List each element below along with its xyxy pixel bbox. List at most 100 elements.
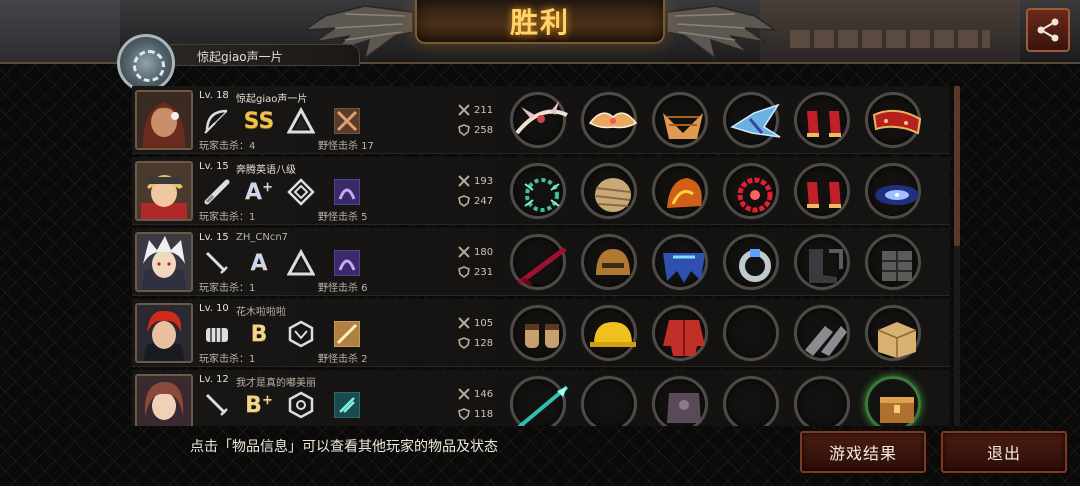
right-wing-ornament — [666, 5, 775, 60]
crossed-swords-icon — [458, 388, 470, 400]
item-slot-winged-crown[interactable] — [581, 92, 638, 148]
item-slot-empty[interactable] — [581, 376, 637, 426]
item-slot-galaxy-ring[interactable] — [865, 163, 921, 219]
rank-letter: B — [250, 321, 268, 347]
item-slot-dark-armor[interactable] — [652, 376, 708, 426]
player-list[interactable]: Lv. 18 惊起giao声一片 SS 玩家击杀：4 野怪击杀 17 211 2… — [132, 86, 952, 426]
skill-icon[interactable] — [332, 319, 362, 349]
defense-value: 247 — [474, 195, 494, 207]
rank-plus: + — [262, 179, 273, 195]
defense-stat: 247 — [458, 195, 493, 207]
hexagon-emblem-icon — [286, 390, 316, 420]
player-kill-count: 玩家击杀：1 — [199, 283, 256, 294]
item-slot-dark-boots[interactable] — [794, 234, 850, 290]
item-slot-silver-ring[interactable] — [723, 234, 779, 290]
shield-icon — [458, 408, 470, 420]
game-result-button[interactable]: 游戏结果 — [800, 431, 926, 473]
monster-kill-count: 野怪击杀 5 — [318, 212, 368, 223]
defense-stat: 258 — [458, 124, 493, 136]
hexagon-emblem-icon — [286, 319, 316, 349]
player-kill-count: 玩家击杀：4 — [199, 141, 256, 152]
triangle-emblem-icon — [286, 106, 316, 136]
item-slot-ruby-necklace[interactable] — [723, 163, 779, 219]
item-slot-bandaged-armor[interactable] — [581, 163, 637, 219]
list-scrollbar[interactable] — [954, 86, 960, 426]
item-slot-teal-spear[interactable] — [510, 376, 569, 426]
crossed-swords-icon — [458, 246, 470, 258]
player-avatar[interactable] — [135, 374, 193, 426]
player-row[interactable]: Lv. 18 惊起giao声一片 SS 玩家击杀：4 野怪击杀 17 211 2… — [132, 86, 950, 154]
item-info-hint: 点击「物品信息」可以查看其他玩家的物品及状态 — [190, 439, 498, 455]
player-avatar[interactable] — [135, 161, 193, 221]
item-slot-winged-bow[interactable] — [510, 92, 568, 148]
item-slot-blue-cape[interactable] — [652, 234, 708, 290]
exit-button[interactable]: 退出 — [941, 431, 1067, 473]
item-slot-golden-shoulder-armor[interactable] — [652, 92, 708, 148]
player-level: Lv. 18 — [199, 90, 229, 101]
item-slot-hard-hat[interactable] — [581, 305, 637, 361]
item-slot-empty[interactable] — [723, 305, 779, 361]
attack-stat: 193 — [458, 175, 493, 187]
attack-stat: 146 — [458, 388, 493, 400]
triangle-emblem-icon — [286, 248, 316, 278]
item-slot-empty[interactable] — [794, 376, 850, 426]
scrollbar-thumb[interactable] — [954, 86, 960, 246]
player-avatar[interactable] — [135, 232, 193, 292]
skill-icon[interactable] — [332, 106, 362, 136]
diamond-emblem-icon — [286, 177, 316, 207]
item-slot-red-jacket[interactable] — [652, 305, 708, 361]
rank-badge: A — [244, 248, 274, 278]
item-slot-knuckle-gloves[interactable] — [510, 305, 566, 361]
skill-icon[interactable] — [332, 248, 362, 278]
item-slot-red-high-heels[interactable] — [794, 92, 850, 148]
item-slot-treasure-box[interactable] — [865, 376, 921, 426]
crossed-swords-icon — [458, 175, 470, 187]
background-building — [0, 0, 120, 64]
current-player-name: 惊起giao声一片 — [197, 50, 283, 64]
attack-stat: 211 — [458, 104, 493, 116]
monster-kill-count: 野怪击杀 2 — [318, 354, 368, 365]
skill-icon[interactable] — [332, 177, 362, 207]
weapon-type-bat-icon — [202, 177, 232, 207]
item-slot-thorn-crown[interactable] — [510, 163, 566, 219]
skill-icon[interactable] — [332, 390, 362, 420]
share-icon — [1037, 18, 1059, 42]
rank-badge: A+ — [244, 177, 274, 207]
item-slot-cardboard-box[interactable] — [865, 305, 921, 361]
crossed-swords-icon — [458, 317, 470, 329]
item-slot-bronze-helmet[interactable] — [581, 234, 637, 290]
item-slot-red-gold-bracer[interactable] — [865, 92, 922, 148]
attack-stat: 180 — [458, 246, 493, 258]
item-slot-empty[interactable] — [723, 376, 779, 426]
item-slot-crystal-wings[interactable] — [723, 92, 781, 148]
defense-value: 258 — [474, 124, 494, 136]
victory-banner: 胜利 — [415, 0, 665, 44]
player-avatar[interactable] — [135, 90, 193, 150]
crossed-swords-icon — [458, 104, 470, 116]
item-slot-fire-gauntlet[interactable] — [652, 163, 708, 219]
weapon-type-fist-icon — [202, 319, 232, 349]
background-building — [760, 0, 1020, 64]
player-row[interactable]: Lv. 10 花木啦啦啦 B 玩家击杀：1 野怪击杀 2 105 128 — [132, 299, 950, 367]
share-button[interactable] — [1026, 8, 1070, 52]
item-slot-crimson-sword[interactable] — [510, 234, 567, 290]
shield-icon — [458, 266, 470, 278]
defense-stat: 128 — [458, 337, 493, 349]
rank-badge: SS — [243, 106, 275, 136]
monster-kill-count: 野怪击杀 6 — [318, 283, 368, 294]
player-level: Lv. 10 — [199, 303, 229, 314]
player-avatar[interactable] — [135, 303, 193, 363]
player-row[interactable]: Lv. 15 奔腾英语八级 A+ 玩家击杀：1 野怪击杀 5 193 247 — [132, 157, 950, 225]
rank-letter: B — [245, 392, 262, 418]
item-slot-steel-greaves[interactable] — [794, 305, 850, 361]
player-kill-count: 玩家击杀：1 — [199, 354, 256, 365]
rank-badge: B — [244, 319, 274, 349]
item-slot-red-high-heels[interactable] — [794, 163, 850, 219]
defense-value: 118 — [474, 408, 494, 420]
player-row[interactable]: Lv. 15 ZH_CNcn7 A 玩家击杀：1 野怪击杀 6 180 231 — [132, 228, 950, 296]
defense-stat: 231 — [458, 266, 493, 278]
rank-plus: + — [261, 392, 273, 408]
rank-letter: SS — [243, 108, 275, 134]
player-row[interactable]: Lv. 12 我才是真的嘟美丽 B+ 146 118 — [132, 370, 950, 426]
item-slot-stone-armor[interactable] — [865, 234, 921, 290]
